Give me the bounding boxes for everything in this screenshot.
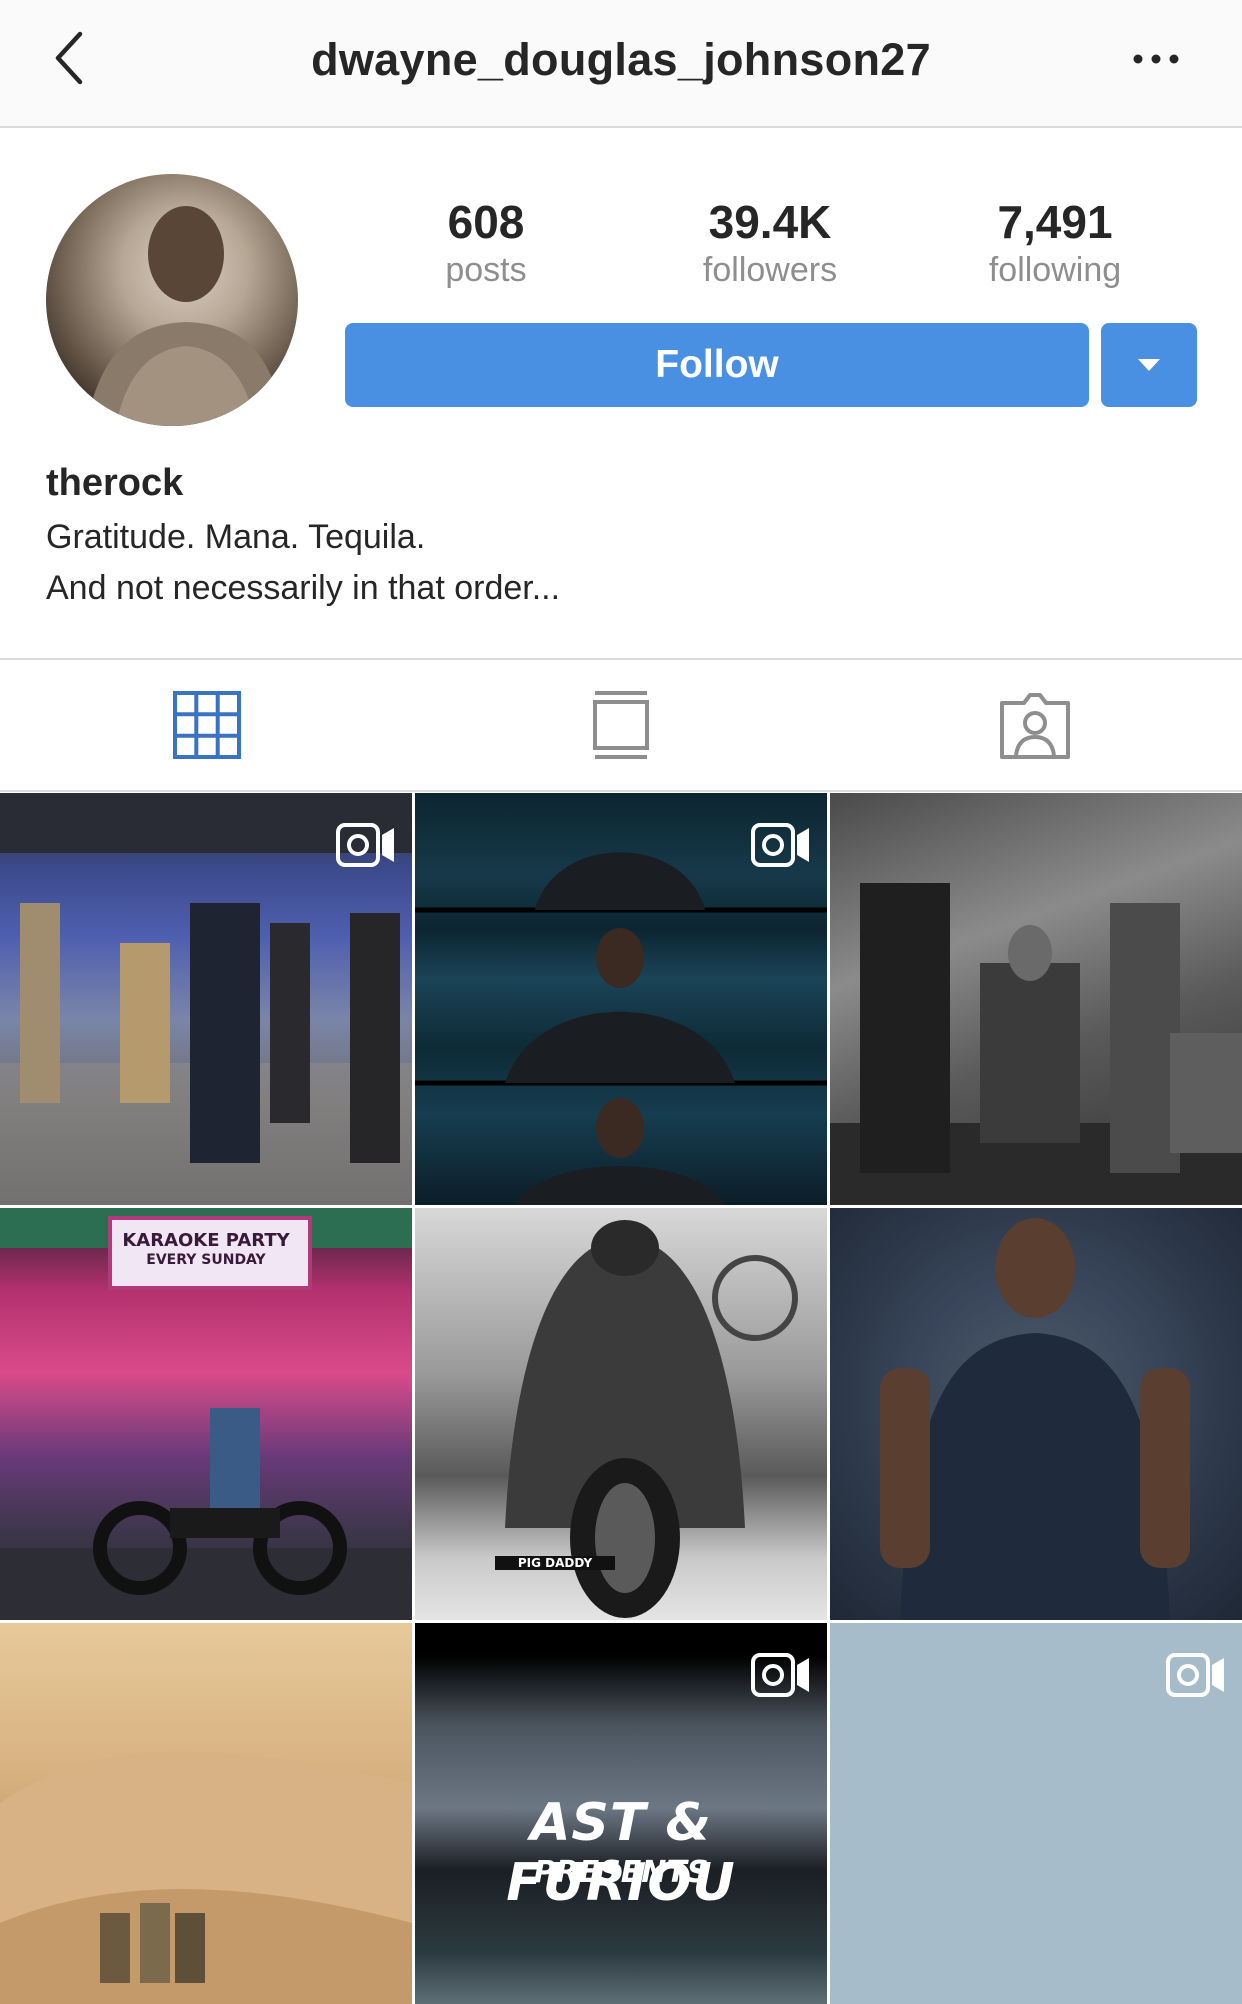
marquee-line-1: KARAOKE PARTY	[122, 1230, 290, 1251]
followers-label: followers	[702, 251, 838, 289]
license-plate-text: PIG DADDY	[495, 1556, 615, 1570]
following-value: 7,491	[997, 196, 1113, 248]
bio-line-2: And not necessarily in that order...	[46, 569, 561, 607]
marquee-line-2: EVERY SUNDAY	[146, 1252, 266, 1268]
profile-avatar[interactable]	[46, 174, 298, 426]
caret-down-icon	[1138, 359, 1160, 371]
video-badge-icon	[336, 823, 394, 867]
post-thumbnail[interactable]	[830, 1623, 1242, 2004]
feed-icon	[593, 691, 649, 759]
tagged-icon	[1000, 693, 1070, 759]
bio-line-1: Gratitude. Mana. Tequila.	[46, 518, 426, 556]
post-image-behind-the-scenes	[830, 883, 1242, 1205]
followers-value: 39.4K	[708, 196, 832, 248]
followers-count[interactable]: 39.4K followers	[660, 196, 880, 290]
follow-button[interactable]: Follow	[345, 323, 1089, 407]
tab-feed[interactable]	[414, 660, 828, 790]
video-badge-icon	[751, 823, 809, 867]
top-nav-bar: dwayne_douglas_johnson27	[0, 0, 1242, 128]
profile-name: therock	[46, 462, 184, 504]
suggested-accounts-dropdown-button[interactable]	[1101, 323, 1197, 407]
tab-grid[interactable]	[0, 660, 414, 790]
more-horizontal-icon	[1133, 54, 1179, 64]
post-thumbnail[interactable]: PIG DADDY	[415, 1208, 827, 1620]
posts-grid: KARAOKE PARTY EVERY SUNDAY PIG DADDY AST…	[0, 793, 1242, 2004]
post-thumbnail[interactable]: AST & FURIOU PRESENTS	[415, 1623, 827, 2004]
post-thumbnail[interactable]	[830, 793, 1242, 1205]
posts-label: posts	[445, 251, 527, 289]
profile-tabs	[0, 658, 1242, 792]
grid-icon	[173, 691, 241, 759]
post-thumbnail[interactable]	[0, 793, 412, 1205]
more-options-button[interactable]	[1126, 44, 1186, 74]
posts-count[interactable]: 608 posts	[376, 196, 596, 290]
tab-tagged[interactable]	[828, 660, 1242, 790]
avatar-portrait	[86, 206, 286, 426]
post-thumbnail[interactable]	[415, 793, 827, 1205]
post-image-karaoke-bike	[0, 1208, 412, 1620]
posts-value: 608	[447, 196, 525, 248]
title-card-line-1: AST & FURIOU	[506, 1793, 736, 1913]
video-badge-icon	[751, 1653, 809, 1697]
profile-handle-title: dwayne_douglas_johnson27	[311, 34, 931, 85]
post-thumbnail[interactable]	[0, 1623, 412, 2004]
post-thumbnail[interactable]: KARAOKE PARTY EVERY SUNDAY	[0, 1208, 412, 1620]
title-card-line-2: PRESENTS	[533, 1855, 709, 1890]
post-thumbnail[interactable]	[830, 1208, 1242, 1620]
back-button[interactable]	[48, 28, 98, 88]
video-badge-icon	[1166, 1653, 1224, 1697]
post-image-motorcycle-back	[505, 1220, 798, 1618]
post-image-rain-portrait	[880, 1218, 1190, 1620]
chevron-left-icon	[55, 31, 83, 85]
post-image-desert	[0, 1751, 412, 2004]
following-label: following	[988, 251, 1122, 289]
following-count[interactable]: 7,491 following	[945, 196, 1165, 290]
